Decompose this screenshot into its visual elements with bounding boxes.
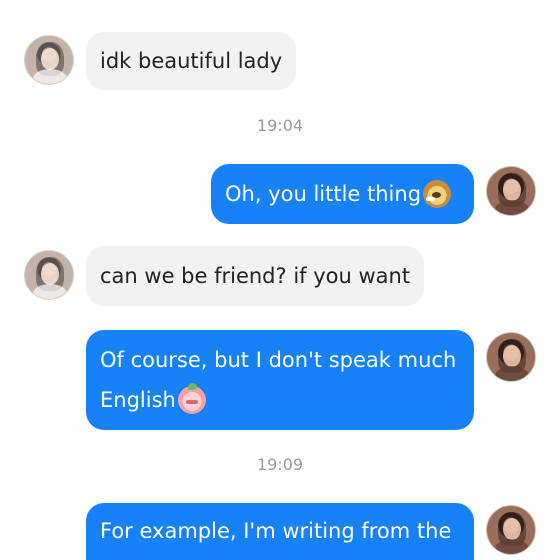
message-text: idk beautiful lady (100, 49, 283, 73)
outgoing-message-bubble[interactable]: Oh, you little thing (211, 164, 474, 224)
chat-thread: idk beautiful lady 19:04 Oh, you little … (0, 0, 560, 560)
avatar-body (495, 366, 529, 381)
avatar-body (33, 284, 67, 299)
message-text: can we be friend? if you want (100, 264, 411, 288)
avatar-face (41, 263, 59, 285)
avatar-face (503, 179, 521, 201)
avatar-face (503, 345, 521, 367)
message-text: For example, I'm writing from the (100, 519, 452, 543)
avatar-body (495, 200, 529, 215)
self-avatar[interactable] (486, 505, 536, 555)
dog-emoji-icon (423, 180, 452, 208)
timestamp: 19:09 (256, 455, 304, 474)
message-line-1: Of course, but I don't speak much (100, 348, 457, 372)
avatar-body (495, 539, 529, 554)
avatar-body (33, 69, 67, 84)
self-avatar[interactable] (486, 166, 536, 216)
message-text: Oh, you little thing (225, 182, 422, 206)
timestamp: 19:04 (256, 116, 304, 135)
self-avatar[interactable] (486, 332, 536, 382)
peach-emoji-icon (177, 383, 206, 414)
contact-avatar[interactable] (24, 35, 74, 85)
outgoing-message-bubble[interactable]: For example, I'm writing from the (86, 503, 474, 560)
avatar-face (41, 48, 59, 70)
incoming-message-bubble[interactable]: can we be friend? if you want (86, 246, 425, 306)
message-line-text: English (100, 388, 176, 412)
avatar-face (503, 518, 521, 540)
message-line-2: English (100, 380, 460, 420)
incoming-message-bubble[interactable]: idk beautiful lady (86, 32, 297, 90)
outgoing-message-bubble[interactable]: Of course, but I don't speak much Englis… (86, 330, 474, 430)
contact-avatar[interactable] (24, 250, 74, 300)
